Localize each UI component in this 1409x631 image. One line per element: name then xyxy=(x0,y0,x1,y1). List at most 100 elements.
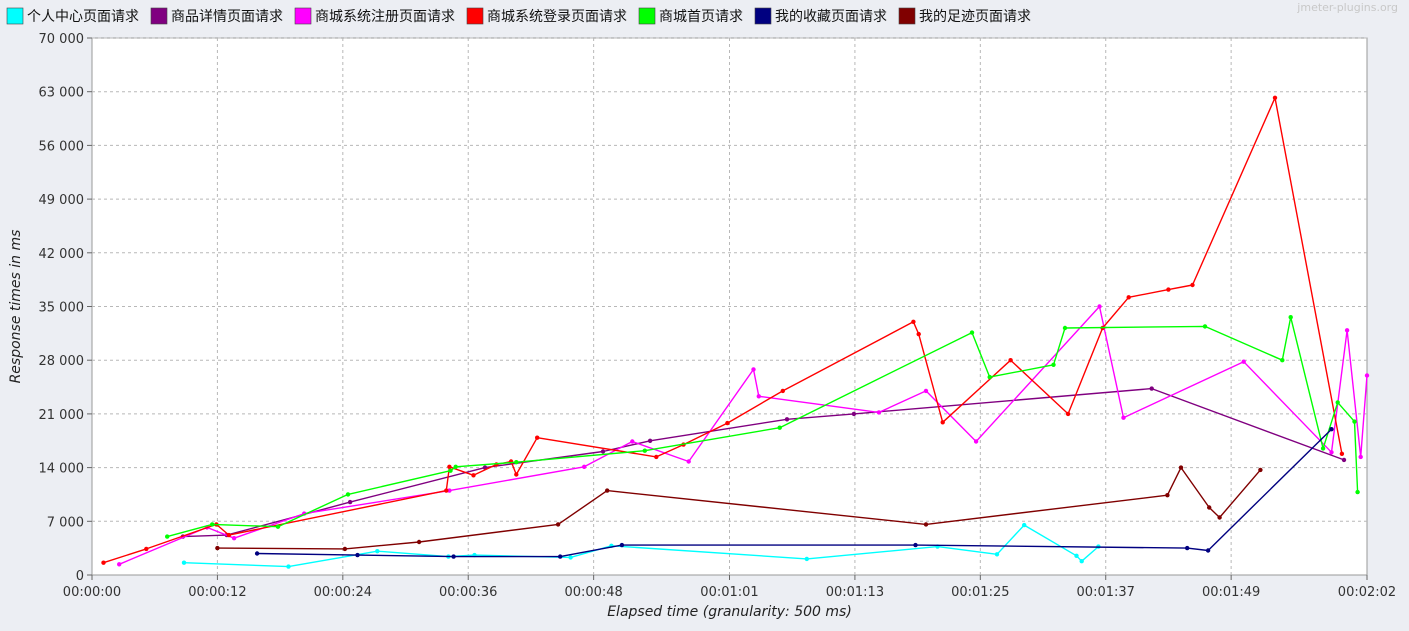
data-point xyxy=(1205,548,1211,553)
y-tick-label: 0 xyxy=(76,569,84,584)
data-point xyxy=(1097,304,1102,309)
data-point xyxy=(686,459,691,464)
data-point xyxy=(1207,505,1212,510)
data-point xyxy=(582,464,587,469)
data-point xyxy=(1021,522,1027,528)
data-point xyxy=(165,534,170,539)
data-point xyxy=(448,468,453,473)
y-axis-title: Response times in ms xyxy=(8,230,24,384)
legend-swatch xyxy=(6,7,24,25)
data-point xyxy=(1190,282,1195,288)
data-point xyxy=(1185,545,1190,551)
legend-item[interactable]: 个人中心页面请求 xyxy=(6,7,139,25)
x-tick-label: 00:01:01 xyxy=(700,585,758,600)
data-point xyxy=(1358,454,1363,460)
data-point xyxy=(1202,324,1208,329)
data-point xyxy=(1280,358,1285,363)
x-tick-label: 00:00:12 xyxy=(188,585,246,600)
data-point xyxy=(642,448,647,453)
data-point xyxy=(969,330,975,335)
y-axis: 0 7 000 14 000 21 000 28 000 35 000 42 000 49 0… xyxy=(39,32,92,584)
data-point xyxy=(1329,427,1334,432)
data-point xyxy=(231,536,237,541)
legend-item[interactable]: 我的足迹页面请求 xyxy=(898,7,1031,25)
data-point xyxy=(1149,386,1154,391)
data-point xyxy=(851,411,857,417)
data-point xyxy=(568,555,573,560)
data-point xyxy=(600,449,606,454)
data-point xyxy=(987,374,992,380)
data-point xyxy=(1272,95,1278,101)
data-point xyxy=(514,460,519,465)
data-point xyxy=(923,522,929,527)
data-point xyxy=(447,464,452,469)
data-point xyxy=(1074,553,1079,558)
data-point xyxy=(535,435,540,440)
data-point xyxy=(1320,446,1326,451)
legend-item[interactable]: 商城系统注册页面请求 xyxy=(294,7,455,25)
data-point xyxy=(101,560,106,565)
data-point xyxy=(780,388,785,394)
legend-item[interactable]: 我的收藏页面请求 xyxy=(754,7,887,25)
data-point xyxy=(1341,457,1347,463)
data-point xyxy=(630,439,635,444)
legend-label: 商品详情页面请求 xyxy=(171,9,283,25)
data-point xyxy=(756,394,761,399)
chart-legend: 个人中心页面请求 商品详情页面请求 商城系统注册页面请求 商城系统登录页面请求 商城首页… xyxy=(6,7,1031,25)
y-tick-label: 56 000 xyxy=(39,139,85,154)
data-point xyxy=(1126,295,1131,300)
data-point xyxy=(375,549,380,554)
data-point xyxy=(1165,493,1170,498)
x-tick-label: 00:01:49 xyxy=(1202,585,1260,600)
legend-item[interactable]: 商品详情页面请求 xyxy=(150,7,283,25)
legend-swatch xyxy=(294,7,312,25)
y-tick-label: 35 000 xyxy=(39,301,85,316)
legend-item[interactable]: 商城首页请求 xyxy=(638,7,743,25)
data-point xyxy=(226,532,232,538)
x-tick-label: 00:01:13 xyxy=(826,585,884,600)
data-point xyxy=(514,472,519,477)
x-tick-label: 00:01:25 xyxy=(951,585,1009,600)
data-point xyxy=(144,546,149,552)
data-point xyxy=(916,331,921,337)
data-point xyxy=(1352,419,1357,424)
data-point xyxy=(1344,328,1350,333)
data-point xyxy=(647,438,653,443)
data-point xyxy=(654,454,659,460)
data-point xyxy=(181,560,187,565)
data-point xyxy=(913,542,918,548)
data-point xyxy=(416,539,422,545)
data-point xyxy=(254,551,260,556)
legend-swatch xyxy=(898,7,916,25)
data-point xyxy=(275,524,281,529)
y-tick-label: 7 000 xyxy=(47,515,84,530)
data-point xyxy=(994,552,1000,557)
y-tick-label: 42 000 xyxy=(39,247,85,262)
y-tick-label: 21 000 xyxy=(39,408,85,423)
data-point xyxy=(1241,359,1246,364)
data-point xyxy=(1258,467,1263,473)
data-point xyxy=(751,367,756,372)
data-point xyxy=(923,388,929,394)
data-point xyxy=(605,488,610,493)
y-tick-label: 70 000 xyxy=(39,32,85,47)
x-tick-label: 00:00:36 xyxy=(439,585,497,600)
data-point xyxy=(1217,515,1222,520)
response-times-chart: 个人中心页面请求 商品详情页面请求 商城系统注册页面请求 商城系统登录页面请求 商城首页… xyxy=(6,1,1398,620)
x-tick-label: 00:00:24 xyxy=(314,585,372,600)
watermark-text: jmeter-plugins.org xyxy=(1296,1,1398,14)
x-tick-label: 00:02:02 xyxy=(1338,585,1396,600)
data-point xyxy=(804,556,809,562)
data-point xyxy=(940,420,945,425)
data-point xyxy=(784,417,790,422)
data-point xyxy=(345,492,351,497)
legend-swatch xyxy=(150,7,168,25)
data-point xyxy=(973,439,979,444)
data-point xyxy=(1008,358,1013,363)
data-point xyxy=(1339,451,1345,456)
legend-item[interactable]: 商城系统登录页面请求 xyxy=(466,7,627,25)
data-point xyxy=(777,425,782,430)
data-point xyxy=(215,545,220,551)
data-point xyxy=(1355,489,1360,495)
data-point xyxy=(451,554,456,559)
